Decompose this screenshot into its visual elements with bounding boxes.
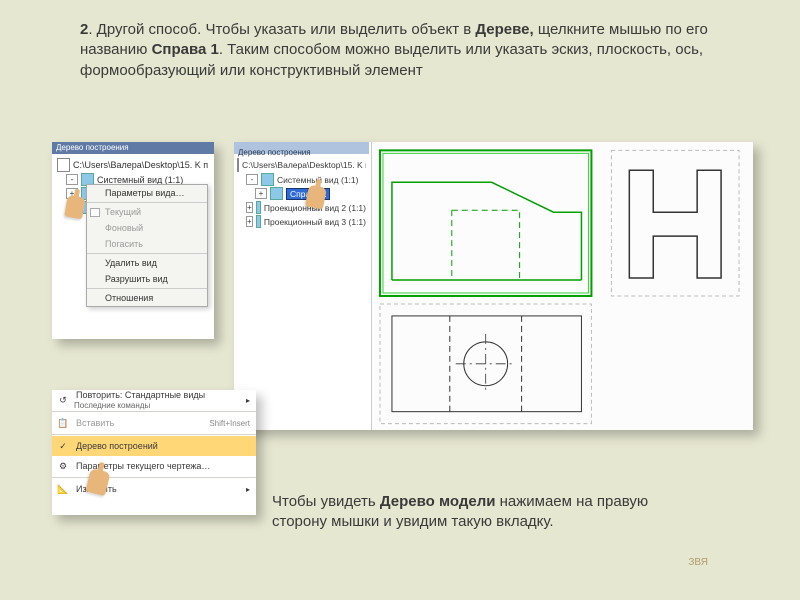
tree-item: Системный вид (1:1) <box>97 175 183 185</box>
screenshot-drawing: Дерево построения C:\Users\Валера\Deskto… <box>234 142 753 430</box>
view-icon <box>261 173 274 186</box>
repeat-icon: ↺ <box>56 395 70 406</box>
menu-item-recent: Последние команды <box>74 401 150 410</box>
bottom-instruction-text: Чтобы увидеть Дерево модели нажимаем на … <box>272 492 680 533</box>
ruler-icon: 📐 <box>56 484 70 495</box>
doc-icon <box>237 158 239 172</box>
paste-icon: 📋 <box>56 418 70 429</box>
menu-item-params: Параметры вида… <box>87 185 207 201</box>
doc-icon <box>57 158 70 172</box>
signature: ЗВЯ <box>688 557 708 568</box>
menu-item-relations: Отношения <box>87 290 207 306</box>
settings-icon: ⚙ <box>56 461 70 472</box>
expand-icon: + <box>255 188 267 199</box>
expand-icon: + <box>246 202 253 213</box>
panel-title: Дерево построения <box>234 147 315 158</box>
context-menu: Параметры вида… Текущий Фоновый Погасить… <box>86 184 208 307</box>
view-icon <box>256 215 261 228</box>
view-icon <box>256 201 261 214</box>
menu-item-delete: Удалить вид <box>87 255 207 271</box>
tree-file: C:\Users\Валера\Desktop\15. K п <box>242 160 366 170</box>
menu-item-paste: Вставить <box>76 418 203 428</box>
tree-item: Проекционный вид 3 (1:1) <box>264 217 366 227</box>
view-icon <box>270 187 283 200</box>
menu-item-destroy: Разрушить вид <box>87 271 207 287</box>
screenshot-context-menu: ↺ Повторить: Стандартные виды Последние … <box>52 390 256 515</box>
pointing-hand-icon <box>64 195 86 220</box>
expand-icon: - <box>246 174 258 185</box>
model-tree-panel: Дерево построения C:\Users\Валера\Deskto… <box>234 142 369 430</box>
menu-item-current: Текущий <box>87 204 207 220</box>
drawing-canvas <box>371 142 753 430</box>
menu-item-tree: Дерево построений <box>76 441 250 451</box>
tree-file: C:\Users\Валера\Desktop\15. K п <box>73 160 208 170</box>
screenshot-tree-menu: Дерево построения C:\Users\Валера\Deskto… <box>52 142 214 339</box>
menu-item-off: Погасить <box>87 236 207 252</box>
instruction-text: 2. Другой способ. Чтобы указать или выде… <box>80 20 758 81</box>
panel-title: Дерево построения <box>52 142 133 153</box>
menu-item-repeat: Повторить: Стандартные виды <box>76 390 205 400</box>
expand-icon: + <box>246 216 253 227</box>
check-icon: ✓ <box>56 441 70 452</box>
shortcut-label: Shift+Insert <box>209 419 250 428</box>
expand-icon: - <box>66 174 78 185</box>
menu-item-bg: Фоновый <box>87 220 207 236</box>
